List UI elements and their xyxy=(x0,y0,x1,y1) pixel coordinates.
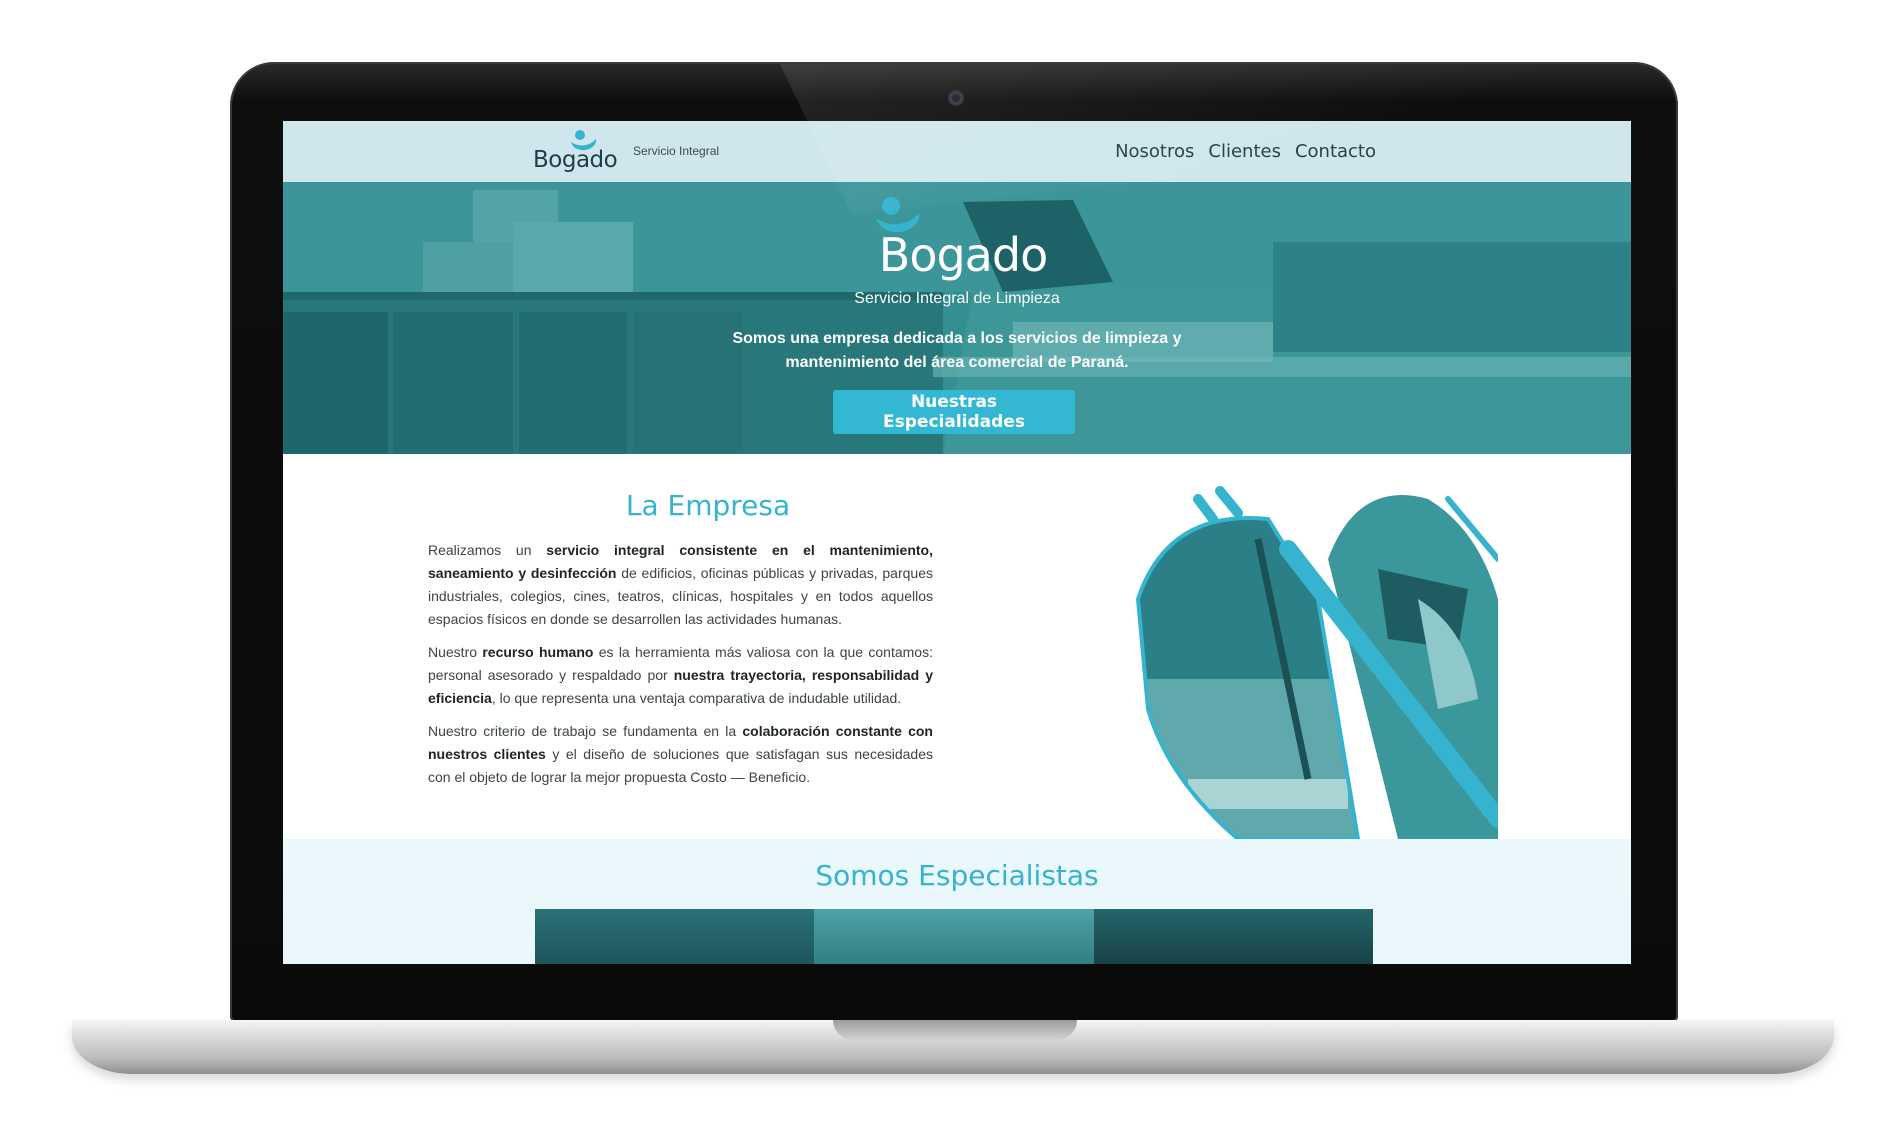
header-logo-text: Bogado xyxy=(533,147,618,173)
nav-link-nosotros[interactable]: Nosotros xyxy=(1115,141,1194,162)
header-tagline: Servicio Integral xyxy=(633,144,720,158)
empresa-paragraph: Realizamos un servicio integral consiste… xyxy=(428,539,933,631)
especialistas-title: Somos Especialistas xyxy=(815,859,1099,892)
empresa-run: Nuestro xyxy=(428,644,483,660)
cleaning-image xyxy=(1135,486,1498,839)
empresa-highlight: recurso humano xyxy=(482,644,594,660)
hero-section: Bogado Servicio Integral de Limpieza Som… xyxy=(283,182,1631,454)
empresa-paragraph: Nuestro criterio de trabajo se fundament… xyxy=(428,720,933,789)
hero-subtitle: Servicio Integral de Limpieza xyxy=(854,290,1060,307)
empresa-run: Realizamos un xyxy=(428,542,547,558)
especialidades-button[interactable]: Nuestras Especialidades xyxy=(833,390,1075,434)
laptop-notch xyxy=(833,1020,1077,1040)
empresa-title: La Empresa xyxy=(625,489,791,522)
site-header: Bogado Servicio Integral Nosotros Client… xyxy=(283,121,1631,182)
gallery-image[interactable] xyxy=(535,909,815,964)
gallery-image[interactable] xyxy=(814,909,1094,964)
especialistas-section: Somos Especialistas xyxy=(283,839,1631,964)
hero-logo-text: Bogado xyxy=(878,228,1048,282)
empresa-paragraph: Nuestro recurso humano es la herramienta… xyxy=(428,641,933,710)
main-nav: Nosotros Clientes Contacto xyxy=(1115,141,1376,162)
nav-link-clientes[interactable]: Clientes xyxy=(1208,141,1281,162)
hero-description: Somos una empresa dedicada a los servici… xyxy=(732,330,1182,371)
empresa-text: Realizamos un servicio integral consiste… xyxy=(428,539,933,799)
especialistas-gallery xyxy=(535,909,1373,964)
empresa-run: Nuestro criterio de trabajo se fundament… xyxy=(428,723,743,739)
gallery-image[interactable] xyxy=(1093,909,1373,964)
hero-content: Bogado Servicio Integral de Limpieza Som… xyxy=(283,182,1631,454)
camera-icon xyxy=(950,92,962,104)
empresa-run: , lo que representa una ventaja comparat… xyxy=(491,690,902,706)
nav-link-contacto[interactable]: Contacto xyxy=(1295,141,1376,162)
laptop-screen: Bogado Servicio Integral Nosotros Client… xyxy=(283,121,1631,964)
